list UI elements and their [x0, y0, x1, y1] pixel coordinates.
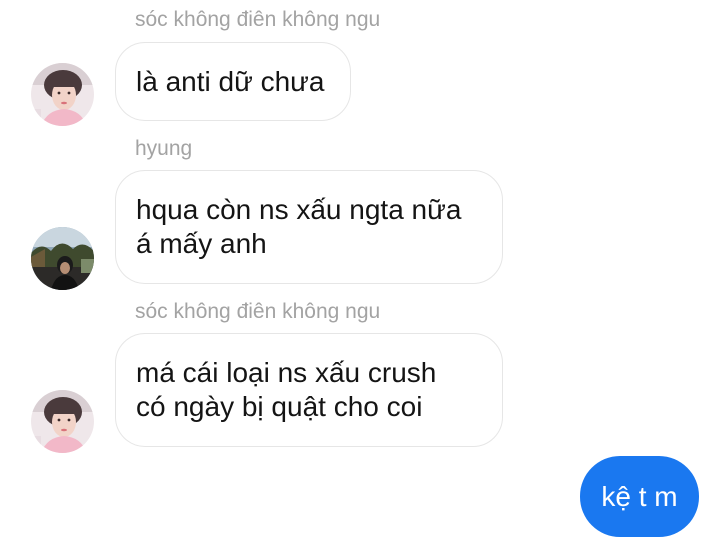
outgoing-message-text: kệ t m: [601, 480, 678, 512]
avatar[interactable]: [31, 63, 94, 126]
avatar-image: [31, 390, 94, 453]
message-bubble[interactable]: là anti dữ chưa: [115, 42, 351, 121]
message-text-line: á mấy anh: [136, 228, 267, 259]
message-text: là anti dữ chưa: [136, 65, 325, 97]
avatar[interactable]: [31, 227, 94, 290]
message-bubble[interactable]: má cái loại ns xấu crush có ngày bị quật…: [115, 333, 503, 447]
message-text-line: có ngày bị quật cho coi: [136, 391, 423, 422]
sender-name: hyung: [135, 137, 193, 160]
outgoing-message-bubble[interactable]: kệ t m: [580, 456, 699, 537]
avatar-image: [31, 63, 94, 126]
avatar[interactable]: [31, 390, 94, 453]
message-bubble[interactable]: hqua còn ns xấu ngta nữa á mấy anh: [115, 170, 503, 284]
message-text-line: má cái loại ns xấu crush: [136, 357, 437, 388]
avatar-image: [31, 227, 94, 290]
sender-name: sóc không điên không ngu: [135, 8, 381, 31]
sender-name: sóc không điên không ngu: [135, 300, 381, 323]
message-text-line: hqua còn ns xấu ngta nữa: [136, 194, 462, 225]
